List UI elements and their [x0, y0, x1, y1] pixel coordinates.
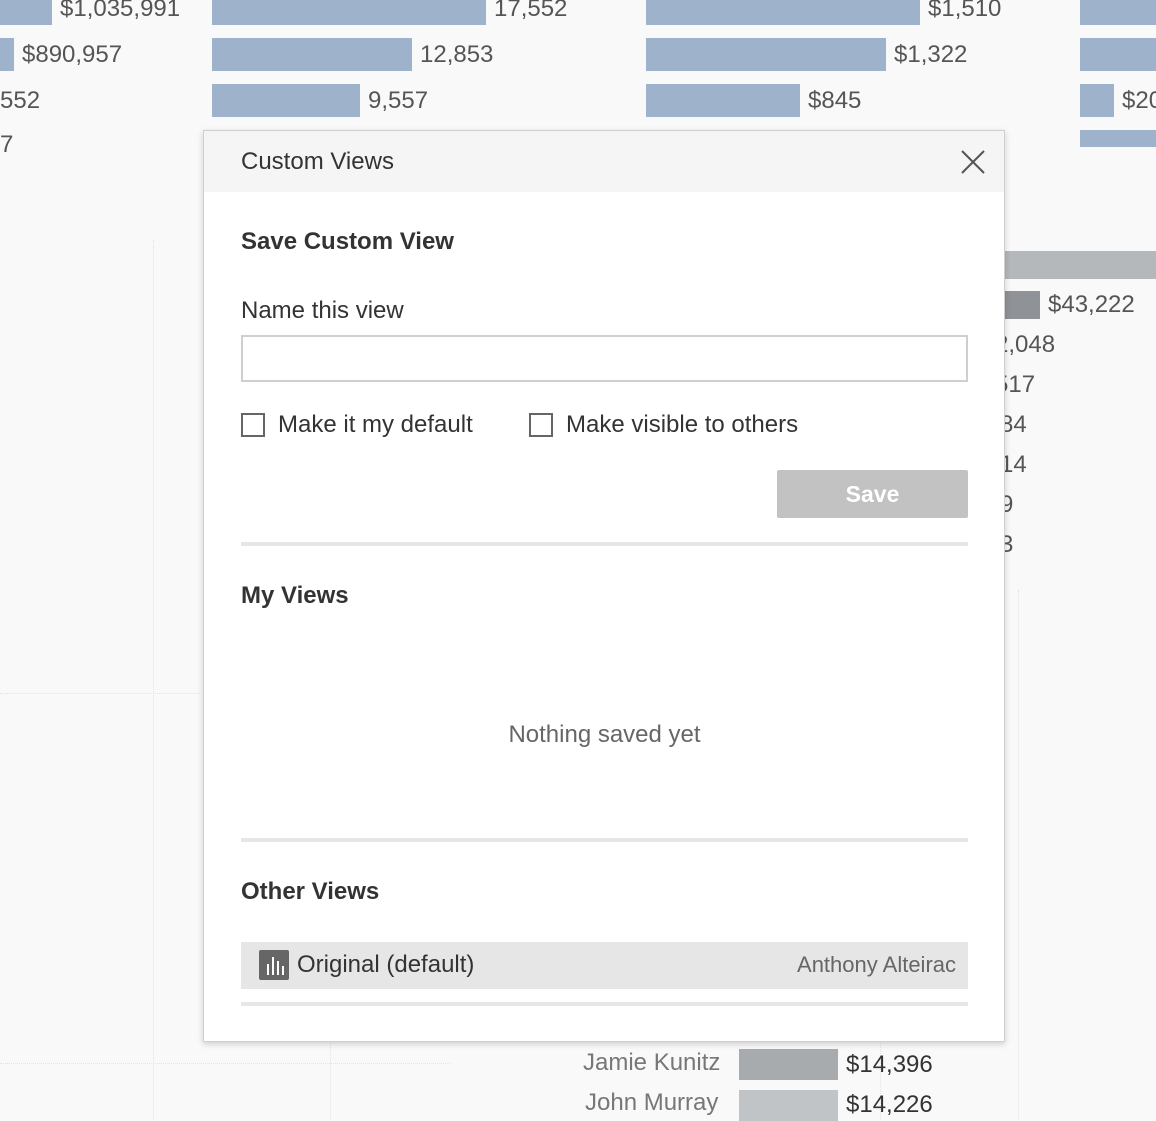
make-default-label: Make it my default	[278, 411, 473, 438]
gridline	[0, 1063, 450, 1064]
gridline	[0, 693, 200, 694]
custom-views-dialog: Custom Views Save Custom View Name this …	[203, 130, 1005, 1042]
bar-value: $20	[1122, 87, 1156, 114]
bar	[212, 84, 360, 117]
bar	[1080, 38, 1156, 71]
bar-value: $845	[808, 87, 862, 114]
bar	[739, 1049, 838, 1080]
bar-value: $14,396	[846, 1051, 933, 1078]
bar-value: $1,035,991	[60, 0, 181, 22]
divider	[241, 1002, 968, 1006]
bar-value: 12,853	[420, 41, 494, 68]
bar-value: $14,226	[846, 1091, 933, 1118]
bar	[739, 1090, 838, 1121]
bar	[0, 38, 14, 71]
bar	[1080, 84, 1114, 117]
bar	[1000, 291, 1040, 319]
view-item-original[interactable]: Original (default) Anthony Alteirac	[241, 942, 968, 989]
view-name: Original (default)	[297, 951, 475, 978]
gridline	[1018, 590, 1019, 1120]
bar-value: 9,557	[368, 87, 429, 114]
bar-value: 17,552	[494, 0, 568, 22]
view-name-input[interactable]	[241, 335, 968, 382]
make-visible-checkbox[interactable]: Make visible to others	[529, 410, 798, 440]
other-views-heading: Other Views	[241, 878, 380, 905]
bar-value: $890,957	[22, 41, 123, 68]
make-visible-label: Make visible to others	[566, 411, 799, 438]
divider	[241, 542, 968, 546]
bar	[212, 0, 486, 25]
save-button[interactable]: Save	[777, 470, 968, 518]
name-view-label: Name this view	[241, 297, 404, 324]
bar-chart-icon	[259, 950, 289, 980]
empty-views-message: Nothing saved yet	[508, 721, 701, 748]
header-bar	[1000, 251, 1156, 279]
bar-value: $1,322	[894, 41, 968, 68]
bar	[646, 0, 920, 25]
my-views-heading: My Views	[241, 582, 349, 609]
make-default-checkbox[interactable]: Make it my default	[241, 410, 473, 440]
bar	[646, 38, 886, 71]
row-label: Jamie Kunitz	[583, 1049, 721, 1076]
gridline	[330, 1040, 331, 1120]
bar-value: $1,510	[928, 0, 1002, 22]
row-label: John Murray	[585, 1089, 719, 1116]
gridline	[153, 240, 154, 1120]
dialog-title: Custom Views	[241, 148, 394, 175]
bar	[1080, 0, 1156, 25]
checkbox-box[interactable]	[241, 413, 265, 437]
bar	[0, 0, 52, 25]
close-icon	[961, 150, 985, 174]
close-button[interactable]	[958, 147, 988, 177]
dialog-header: Custom Views	[204, 131, 1004, 192]
bar	[646, 84, 800, 117]
bar-value: 7	[0, 131, 14, 158]
bar-value: $43,222	[1048, 291, 1135, 318]
bar	[212, 38, 412, 71]
divider	[241, 838, 968, 842]
bar-value: 552	[0, 87, 41, 114]
view-owner: Anthony Alteirac	[797, 952, 956, 977]
checkbox-box[interactable]	[529, 413, 553, 437]
save-custom-view-heading: Save Custom View	[241, 228, 454, 255]
bar	[1080, 130, 1156, 147]
